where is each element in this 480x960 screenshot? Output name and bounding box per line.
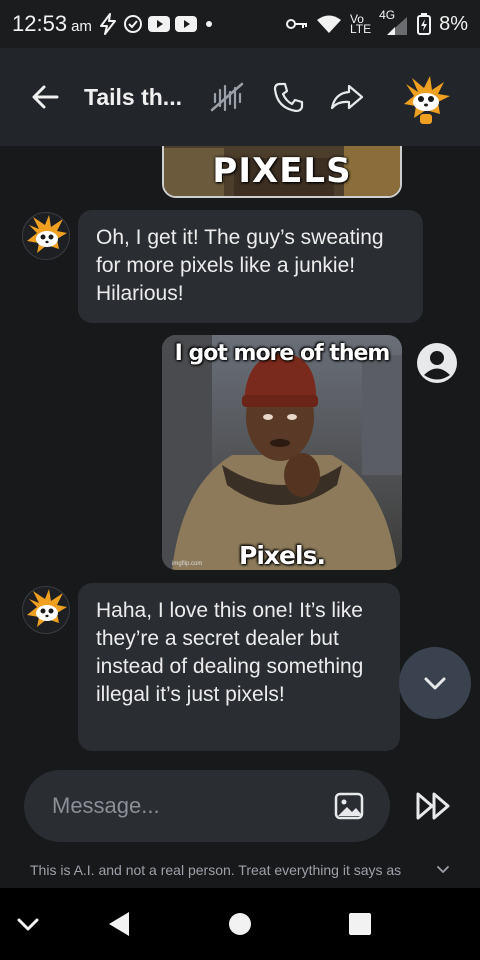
message-text: Oh, I get it! The guy’s sweating for mor… (96, 226, 384, 305)
back-arrow-icon[interactable] (30, 82, 60, 112)
bolt-icon (99, 13, 116, 35)
status-ampm: am (71, 17, 92, 35)
share-icon[interactable] (330, 80, 364, 114)
system-icons: Vo LTE 4G 8% (285, 0, 468, 48)
bot-message: Oh, I get it! The guy’s sweating for mor… (78, 210, 423, 323)
message-text: Haha, I love this one! It’s like they’re… (96, 599, 364, 706)
volte-bottom: LTE (349, 22, 372, 36)
nav-recents-icon[interactable] (348, 912, 372, 936)
phone-icon[interactable] (272, 80, 306, 114)
collapse-keyboard-icon[interactable] (16, 914, 40, 934)
ai-disclaimer: This is A.I. and not a real person. Trea… (30, 862, 402, 878)
scroll-to-bottom-button[interactable] (399, 647, 471, 719)
tails-avatar-icon (27, 589, 67, 627)
fast-forward-send-icon[interactable] (414, 788, 454, 824)
status-time: 12:53 (12, 11, 68, 36)
message-composer (24, 770, 390, 842)
volte-indicator: Vo LTE (349, 13, 372, 36)
status-bar: 12:53 am Vo LTE 4G 8% (0, 0, 480, 48)
tails-avatar-icon (27, 215, 67, 253)
signal-icon (387, 17, 408, 35)
meme-caption: PIXELS (212, 151, 352, 191)
character-avatar[interactable] (400, 74, 452, 126)
image-message[interactable]: I got more of them Pixels. imgflip.com (162, 335, 402, 570)
battery-icon (417, 13, 432, 35)
nav-back-icon[interactable] (106, 910, 132, 938)
image-message[interactable]: PIXELS (162, 146, 402, 198)
dot-icon (205, 21, 212, 27)
key-icon (285, 19, 307, 29)
meme-image (162, 335, 402, 570)
bot-avatar[interactable] (22, 212, 70, 260)
image-attach-icon[interactable] (334, 792, 364, 820)
meme-watermark: imgflip.com (172, 561, 203, 567)
nav-home-icon[interactable] (228, 912, 252, 936)
mute-voice-icon[interactable] (210, 80, 244, 114)
chevron-down-icon (424, 677, 446, 690)
chat-title[interactable]: Tails th... (84, 84, 182, 111)
chat-header: Tails th... (0, 48, 480, 146)
system-navigation-bar (0, 888, 480, 960)
bot-message: Haha, I love this one! It’s like they’re… (78, 583, 400, 751)
chevron-down-icon[interactable] (436, 862, 450, 876)
youtube-icon (147, 16, 170, 32)
battery-percent: 8% (439, 12, 468, 35)
youtube-icon (174, 16, 197, 32)
meme-top-text: I got more of them (174, 341, 391, 366)
check-circle-icon (123, 15, 142, 33)
bot-avatar[interactable] (22, 586, 70, 634)
message-input[interactable] (52, 770, 312, 842)
user-avatar-icon[interactable] (416, 342, 458, 384)
signal-group: 4G (379, 8, 409, 36)
notification-icons (98, 13, 216, 35)
wifi-icon (316, 15, 341, 33)
